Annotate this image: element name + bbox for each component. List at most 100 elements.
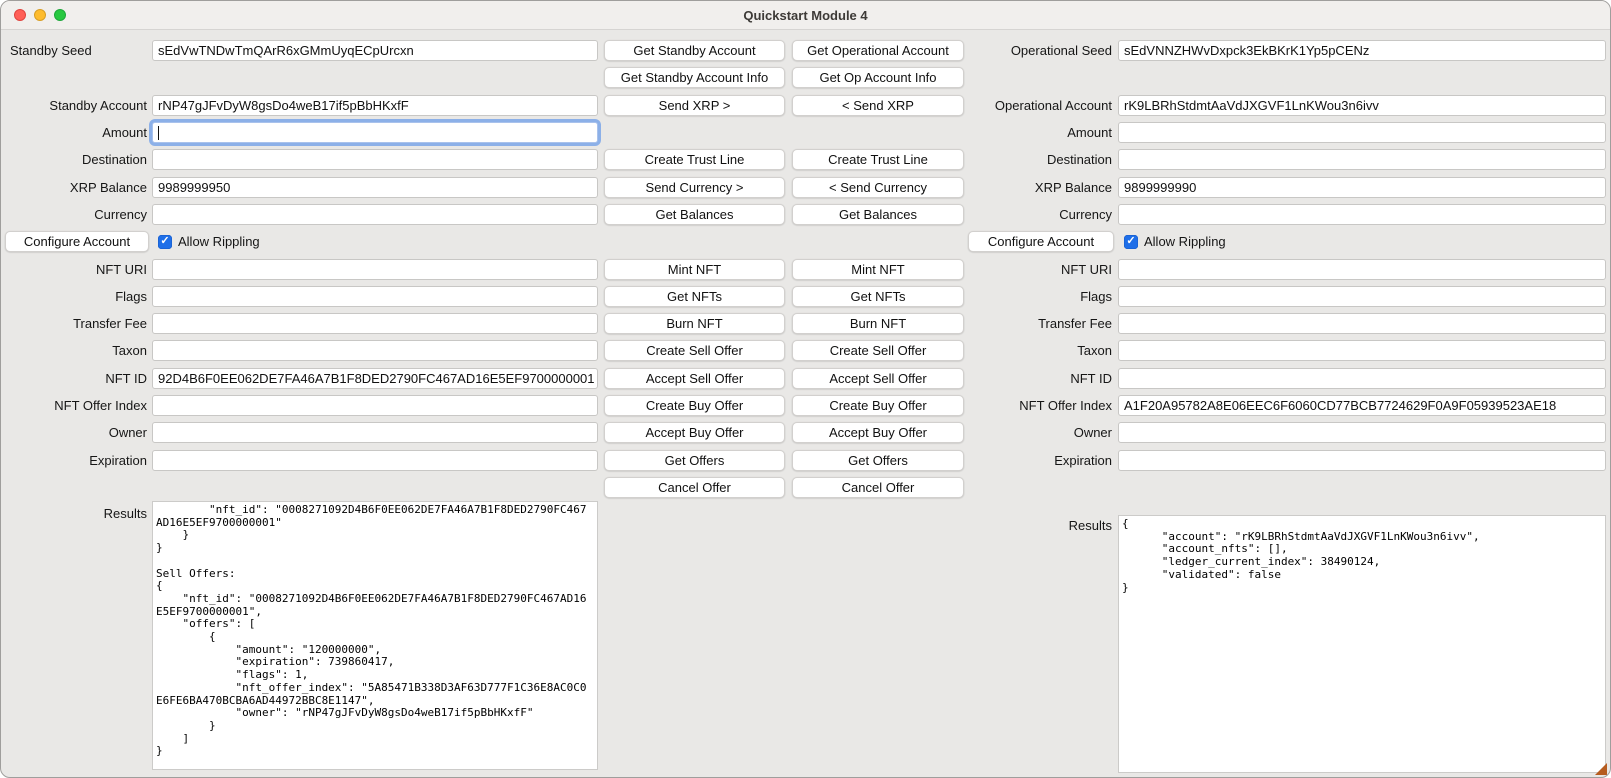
standby-taxon-label: Taxon (5, 337, 149, 364)
operational-transfer-fee-input[interactable] (1118, 313, 1606, 334)
standby-transfer-fee-input[interactable] (152, 313, 598, 334)
close-window-icon[interactable] (14, 9, 26, 21)
standby-flags-input[interactable] (152, 286, 598, 307)
zoom-window-icon[interactable] (54, 9, 66, 21)
standby-currency-label: Currency (5, 201, 149, 228)
accept-buy-offer-standby-button[interactable]: Accept Buy Offer (604, 422, 785, 443)
accept-sell-offer-operational-button[interactable]: Accept Sell Offer (792, 368, 964, 389)
send-currency-right-button[interactable]: Send Currency > (604, 177, 785, 198)
cancel-offer-operational-button[interactable]: Cancel Offer (792, 477, 964, 498)
operational-currency-label: Currency (968, 201, 1114, 228)
minimize-window-icon[interactable] (34, 9, 46, 21)
get-standby-account-button[interactable]: Get Standby Account (604, 40, 785, 61)
create-trust-line-standby-button[interactable]: Create Trust Line (604, 149, 785, 170)
get-balances-operational-button[interactable]: Get Balances (792, 204, 964, 225)
standby-flags-label: Flags (5, 283, 149, 310)
get-op-account-info-button[interactable]: Get Op Account Info (792, 67, 964, 88)
operational-nft-id-input[interactable] (1118, 368, 1606, 389)
standby-expiration-label: Expiration (5, 446, 149, 473)
checkmark-icon: ✓ (160, 236, 169, 247)
resize-grip-icon[interactable] (1595, 763, 1607, 775)
standby-nft-offer-index-input[interactable] (152, 395, 598, 416)
standby-seed-input[interactable]: sEdVwTNDwTmQArR6xGMmUyqECpUrcxn (152, 40, 598, 61)
burn-nft-standby-button[interactable]: Burn NFT (604, 313, 785, 334)
operational-account-label: Operational Account (968, 92, 1114, 119)
configure-account-operational-button[interactable]: Configure Account (968, 231, 1114, 252)
standby-owner-input[interactable] (152, 422, 598, 443)
standby-nft-offer-index-label: NFT Offer Index (5, 392, 149, 419)
standby-expiration-input[interactable] (152, 450, 598, 471)
operational-taxon-label: Taxon (968, 337, 1114, 364)
standby-account-input[interactable]: rNP47gJFvDyW8gsDo4weB17if5pBbHKxfF (152, 95, 598, 116)
operational-nft-offer-index-input[interactable]: A1F20A95782A8E06EEC6F6060CD77BCB7724629F… (1118, 395, 1606, 416)
operational-results-label: Results (968, 501, 1114, 774)
get-offers-operational-button[interactable]: Get Offers (792, 450, 964, 471)
get-balances-standby-button[interactable]: Get Balances (604, 204, 785, 225)
operational-expiration-label: Expiration (968, 446, 1114, 473)
operational-transfer-fee-label: Transfer Fee (968, 310, 1114, 337)
accept-buy-offer-operational-button[interactable]: Accept Buy Offer (792, 422, 964, 443)
standby-nft-id-input[interactable]: 92D4B6F0EE062DE7FA46A7B1F8DED2790FC467AD… (152, 368, 598, 389)
standby-amount-label: Amount (5, 119, 149, 146)
window-controls (1, 9, 66, 21)
configure-account-standby-button[interactable]: Configure Account (5, 231, 149, 252)
mint-nft-standby-button[interactable]: Mint NFT (604, 259, 785, 280)
send-xrp-right-button[interactable]: Send XRP > (604, 95, 785, 116)
operational-currency-input[interactable] (1118, 204, 1606, 225)
create-sell-offer-standby-button[interactable]: Create Sell Offer (604, 340, 785, 361)
operational-amount-label: Amount (968, 119, 1114, 146)
operational-flags-label: Flags (968, 283, 1114, 310)
operational-expiration-input[interactable] (1118, 450, 1606, 471)
get-offers-standby-button[interactable]: Get Offers (604, 450, 785, 471)
operational-allow-rippling-label: Allow Rippling (1144, 234, 1226, 249)
standby-account-label: Standby Account (5, 92, 149, 119)
operational-allow-rippling-checkbox[interactable]: ✓ (1124, 235, 1138, 249)
create-sell-offer-operational-button[interactable]: Create Sell Offer (792, 340, 964, 361)
standby-owner-label: Owner (5, 419, 149, 446)
operational-owner-input[interactable] (1118, 422, 1606, 443)
operational-nft-uri-label: NFT URI (968, 255, 1114, 282)
standby-allow-rippling-checkbox[interactable]: ✓ (158, 235, 172, 249)
create-buy-offer-operational-button[interactable]: Create Buy Offer (792, 395, 964, 416)
standby-amount-input[interactable] (152, 122, 598, 143)
operational-nft-uri-input[interactable] (1118, 259, 1606, 280)
create-trust-line-operational-button[interactable]: Create Trust Line (792, 149, 964, 170)
app-window: Quickstart Module 4 Standby Seed sEdVwTN… (0, 0, 1611, 778)
standby-allow-rippling-row: ✓ Allow Rippling (152, 228, 598, 255)
operational-taxon-input[interactable] (1118, 340, 1606, 361)
send-xrp-left-button[interactable]: < Send XRP (792, 95, 964, 116)
mint-nft-operational-button[interactable]: Mint NFT (792, 259, 964, 280)
operational-results-textarea[interactable]: { "account": "rK9LBRhStdmtAaVdJXGVF1LnKW… (1118, 515, 1606, 773)
standby-transfer-fee-label: Transfer Fee (5, 310, 149, 337)
standby-results-textarea[interactable]: "nft_id": "0008271092D4B6F0EE062DE7FA46A… (152, 501, 598, 770)
operational-flags-input[interactable] (1118, 286, 1606, 307)
get-nfts-operational-button[interactable]: Get NFTs (792, 286, 964, 307)
create-buy-offer-standby-button[interactable]: Create Buy Offer (604, 395, 785, 416)
standby-xrp-balance-input[interactable]: 9989999950 (152, 177, 598, 198)
standby-nft-id-label: NFT ID (5, 365, 149, 392)
cancel-offer-standby-button[interactable]: Cancel Offer (604, 477, 785, 498)
send-currency-left-button[interactable]: < Send Currency (792, 177, 964, 198)
operational-nft-id-label: NFT ID (968, 365, 1114, 392)
operational-seed-input[interactable]: sEdVNNZHWvDxpck3EkBKrK1Yp5pCENz (1118, 40, 1606, 61)
form-grid: Standby Seed sEdVwTNDwTmQArR6xGMmUyqECpU… (5, 37, 1606, 774)
get-nfts-standby-button[interactable]: Get NFTs (604, 286, 785, 307)
standby-seed-label: Standby Seed (5, 37, 149, 64)
get-standby-account-info-button[interactable]: Get Standby Account Info (604, 67, 785, 88)
operational-results-cell: { "account": "rK9LBRhStdmtAaVdJXGVF1LnKW… (1118, 501, 1606, 774)
operational-destination-label: Destination (968, 146, 1114, 173)
window-title: Quickstart Module 4 (1, 8, 1610, 23)
burn-nft-operational-button[interactable]: Burn NFT (792, 313, 964, 334)
standby-currency-input[interactable] (152, 204, 598, 225)
operational-xrp-balance-input[interactable]: 9899999990 (1118, 177, 1606, 198)
standby-destination-input[interactable] (152, 149, 598, 170)
standby-nft-uri-input[interactable] (152, 259, 598, 280)
operational-allow-rippling-row: ✓ Allow Rippling (1118, 228, 1606, 255)
get-operational-account-button[interactable]: Get Operational Account (792, 40, 964, 61)
operational-account-input[interactable]: rK9LBRhStdmtAaVdJXGVF1LnKWou3n6ivv (1118, 95, 1606, 116)
operational-amount-input[interactable] (1118, 122, 1606, 143)
accept-sell-offer-standby-button[interactable]: Accept Sell Offer (604, 368, 785, 389)
operational-seed-label: Operational Seed (968, 37, 1114, 64)
standby-taxon-input[interactable] (152, 340, 598, 361)
operational-destination-input[interactable] (1118, 149, 1606, 170)
